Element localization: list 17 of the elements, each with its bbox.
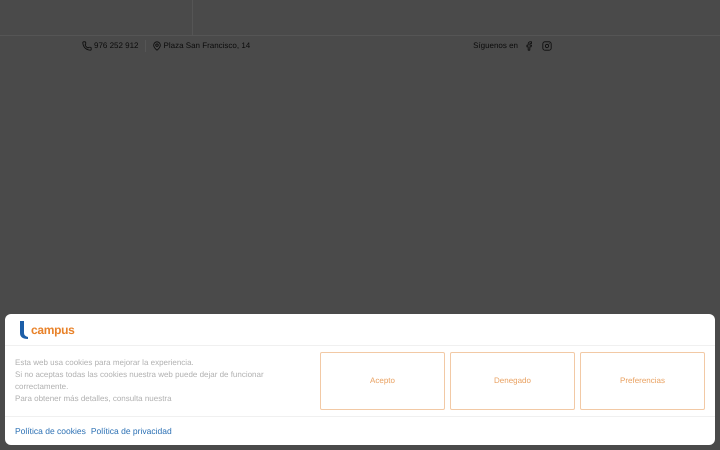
cookie-text: Esta web usa cookies para mejorar la experiencia. [15,357,195,369]
cookie-button[interactable]: Denegado [450,352,575,410]
logo-icon [17,320,29,340]
policy-link[interactable]: Política de privacidad [90,424,172,438]
phone-icon [82,41,92,51]
instagram-icon[interactable] [542,41,552,51]
cookie-button[interactable]: Acepto [320,352,445,410]
cookie-button[interactable]: Preferencias [580,352,705,410]
cookie-text: Si no aceptas todas las cookies nuestra web puede dejar de funcionar correctamente. [15,369,265,393]
facebook-icon[interactable] [524,41,534,51]
map-pin-icon [152,41,162,51]
cookie-text: Para obtener más detalles, consulta nuestra [15,393,173,405]
phone-number: 976 252 912 [94,40,146,52]
policy-link[interactable]: Política de cookies [15,424,86,438]
follow-label: Síguenos en [473,40,518,52]
address: Plaza San Francisco, 14 [164,40,250,52]
logo-text: campus [31,322,75,338]
